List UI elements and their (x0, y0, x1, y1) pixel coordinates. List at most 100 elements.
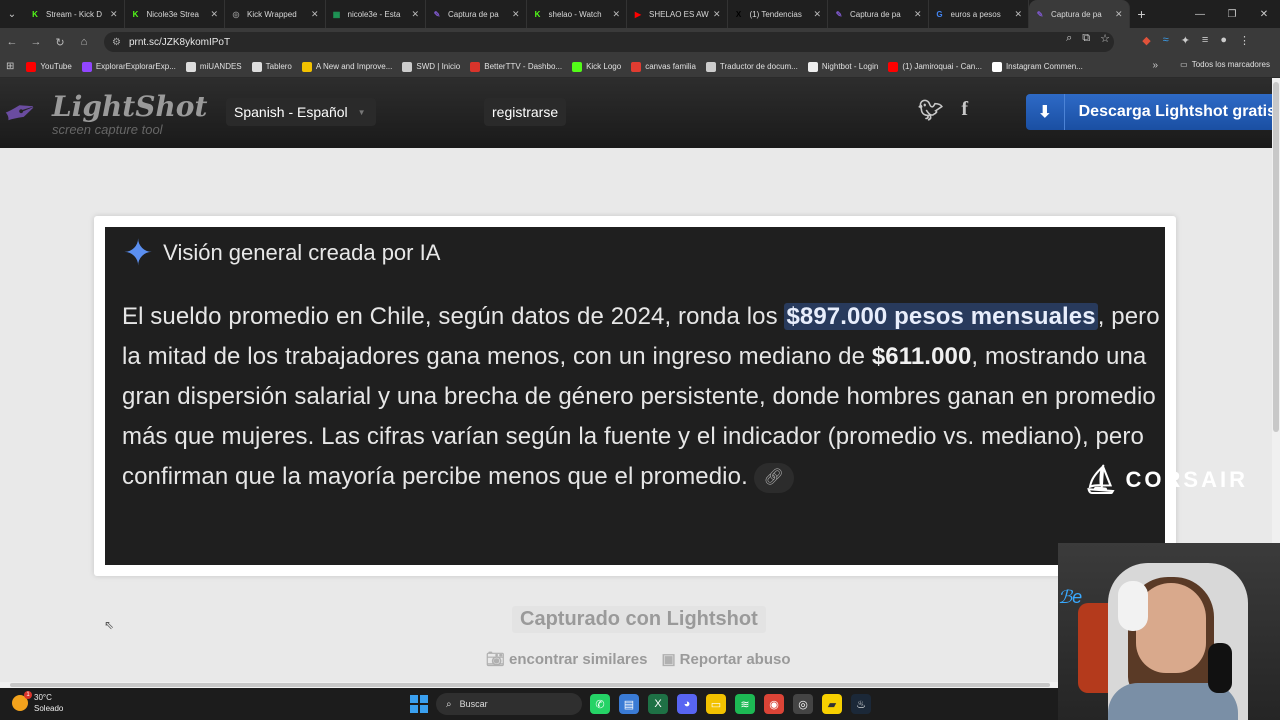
all-bookmarks-folder[interactable]: ▭ Todos los marcadores (1180, 60, 1270, 69)
browser-tab[interactable]: Kshelao - Watch ✕ (527, 0, 627, 28)
tab-close-icon[interactable]: ✕ (1115, 9, 1123, 20)
bookmark-item[interactable]: Instagram Commen... (991, 61, 1083, 72)
link-icon[interactable]: 🔗︎ (753, 462, 794, 493)
report-abuse-link[interactable]: ▣ Reportar abuso (661, 650, 790, 668)
install-icon[interactable]: ⧉ (1082, 32, 1090, 45)
maximize-icon[interactable]: ❐ (1216, 0, 1248, 28)
tab-favicon-icon: K (132, 9, 139, 19)
camera-icon: 📷︎ (486, 651, 506, 668)
home-icon[interactable]: ⌂ (72, 28, 96, 56)
tab-close-icon[interactable]: ✕ (612, 9, 620, 20)
bookmark-label: Instagram Commen... (1005, 62, 1083, 71)
extension-icon[interactable]: ◆ (1142, 34, 1150, 47)
lightshot-logo[interactable]: ✒ LightShot screen capture tool (0, 87, 207, 140)
bookmark-item[interactable]: miUANDES (185, 61, 242, 72)
whatsapp-icon[interactable]: ✆ (590, 694, 610, 714)
tab-title: Nicole3e Strea (146, 9, 199, 19)
tab-close-icon[interactable]: ✕ (813, 9, 821, 20)
reload-icon[interactable]: ↻ (48, 28, 72, 56)
bookmark-favicon-icon (631, 61, 642, 72)
bookmark-item[interactable]: A New and Improve... (301, 61, 392, 72)
windows-start-icon[interactable] (410, 695, 428, 713)
notepad-icon[interactable]: ▤ (619, 694, 639, 714)
forward-icon[interactable]: → (24, 28, 48, 56)
scrollbar-thumb[interactable] (1273, 82, 1279, 432)
puzzle-icon[interactable]: ✦ (1181, 34, 1190, 47)
chrome-icon[interactable]: ◉ (764, 694, 784, 714)
extension-icons: ◆ ≈ ✦ ≡ ● ⋮ (1142, 34, 1250, 47)
tab-close-icon[interactable]: ✕ (1014, 9, 1022, 20)
bookmark-label: Tablero (265, 62, 292, 71)
register-button[interactable]: registrarse (484, 98, 567, 126)
lightshot-header: ✒ LightShot screen capture tool Spanish … (0, 78, 1276, 148)
bookmark-item[interactable]: Kick Logo (572, 61, 621, 72)
browser-tab[interactable]: ✎ Captura de pa ✕ (828, 0, 929, 28)
find-similar-link[interactable]: 📷︎ encontrar similares (486, 650, 647, 668)
tab-close-icon[interactable]: ✕ (512, 9, 520, 20)
tab-favicon-icon: K (32, 9, 38, 19)
file-explorer-icon[interactable]: ▭ (706, 694, 726, 714)
bookmark-item[interactable]: Tablero (251, 61, 292, 72)
tab-favicon-icon: X (735, 9, 742, 19)
extension-icon[interactable]: ≈ (1163, 34, 1169, 47)
menu-icon[interactable]: ⋮ (1239, 34, 1250, 47)
browser-tab[interactable]: X (1) Tendencias ✕ (728, 0, 828, 28)
bookmark-favicon-icon (402, 61, 413, 72)
obs-icon[interactable]: ◎ (793, 694, 813, 714)
browser-tab[interactable]: ▦ nicole3e - Esta ✕ (326, 0, 426, 28)
tab-close-icon[interactable]: ✕ (311, 9, 319, 20)
bookmark-item[interactable]: ExplorarExplorarExp... (81, 61, 176, 72)
microphone-icon (1208, 643, 1232, 693)
tab-search-icon[interactable]: ⌄ (0, 0, 24, 28)
browser-tab[interactable]: K Stream - Kick D ✕ (24, 0, 125, 28)
url-field[interactable]: ⚙ prnt.sc/JZK8ykomIPoT (104, 32, 1114, 52)
screenshot-image[interactable]: ✦ Visión general creada por IA El sueldo… (105, 227, 1245, 565)
tab-title: Stream - Kick D (46, 9, 103, 19)
site-info-icon[interactable]: ⚙ (112, 37, 121, 48)
playlist-icon[interactable]: ≡ (1202, 34, 1208, 47)
bookmark-item[interactable]: YouTube (26, 61, 72, 72)
download-button[interactable]: ⬇ Descarga Lightshot gratis (1026, 94, 1276, 130)
tab-close-icon[interactable]: ✕ (210, 9, 218, 20)
scrollbar-thumb[interactable] (10, 683, 1050, 687)
discord-icon[interactable]: ◕ (677, 694, 697, 714)
bookmark-favicon-icon (888, 61, 899, 72)
bookmark-star-icon[interactable]: ☆ (1100, 32, 1110, 45)
tab-close-icon[interactable]: ✕ (411, 9, 419, 20)
tab-close-icon[interactable]: ✕ (914, 9, 922, 20)
minimize-icon[interactable]: — (1184, 0, 1216, 28)
bookmark-label: canvas familia (645, 62, 696, 71)
bookmark-item[interactable]: canvas familia (631, 61, 696, 72)
captured-with-label[interactable]: Capturado con Lightshot (512, 606, 766, 633)
steam-icon[interactable]: ♨ (851, 694, 871, 714)
new-tab-button[interactable]: + (1130, 6, 1154, 22)
bookmark-item[interactable]: (1) Jamiroquai - Can... (888, 61, 982, 72)
browser-tab[interactable]: ◎ Kick Wrapped ✕ (225, 0, 326, 28)
bookmark-item[interactable]: Nightbot - Login (807, 61, 878, 72)
browser-tab[interactable]: ✎ Captura de pa ✕ (426, 0, 527, 28)
browser-tab[interactable]: ✎ Captura de pa ✕ (1029, 0, 1130, 28)
tab-close-icon[interactable]: ✕ (713, 9, 721, 20)
close-icon[interactable]: ✕ (1248, 0, 1280, 28)
browser-tab[interactable]: K Nicole3e Strea ✕ (125, 0, 225, 28)
zoom-icon[interactable]: ⌕ (1066, 32, 1072, 45)
bookmark-item[interactable]: SWD | Inicio (402, 61, 460, 72)
bookmark-item[interactable]: BetterTTV - Dashbo... (470, 61, 562, 72)
sticky-notes-icon[interactable]: ▰ (822, 694, 842, 714)
more-bookmarks-icon[interactable]: » (1152, 60, 1158, 71)
excel-icon[interactable]: X (648, 694, 668, 714)
apps-grid-icon[interactable]: ⊞ (6, 61, 14, 72)
spotify-icon[interactable]: ≋ (735, 694, 755, 714)
bookmark-item[interactable]: Traductor de docum... (705, 61, 798, 72)
taskbar-search[interactable]: ⌕ Buscar (436, 693, 582, 715)
twitter-icon[interactable]: 🐦︎ (918, 98, 943, 123)
language-select[interactable]: Spanish - Español ▼ (226, 98, 376, 126)
tab-close-icon[interactable]: ✕ (110, 9, 118, 20)
browser-tab[interactable]: ▶ SHELAO ES AW ✕ (627, 0, 728, 28)
windows-taskbar: 1 30°C Soleado ⌕ Buscar ✆ ▤ X ◕ ▭ ≋ ◉ ◎ ▰… (0, 688, 1058, 720)
browser-tab[interactable]: Geuros a pesos ✕ (929, 0, 1029, 28)
facebook-icon[interactable]: f (961, 98, 968, 123)
back-icon[interactable]: ← (0, 28, 24, 56)
weather-widget[interactable]: 1 30°C Soleado (12, 691, 63, 714)
profile-avatar[interactable]: ● (1220, 34, 1227, 47)
